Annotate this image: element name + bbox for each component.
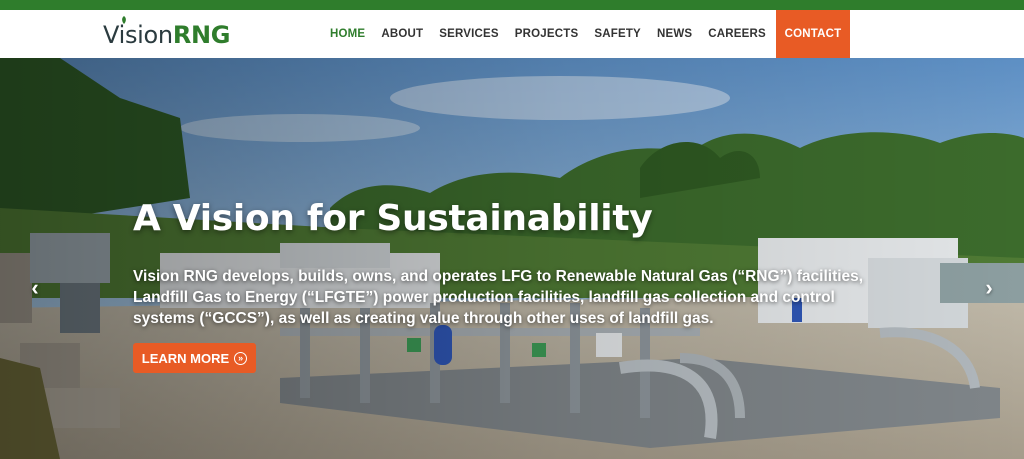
nav-item-about[interactable]: ABOUT: [381, 28, 423, 40]
chevron-right-icon: ›: [985, 275, 993, 300]
logo-text-rng: RNG: [172, 21, 231, 49]
contact-button[interactable]: CONTACT: [776, 10, 850, 58]
slider-prev-button[interactable]: ‹: [25, 275, 45, 300]
site-header: Vision RNG HOME ABOUT SERVICES PROJECTS S…: [0, 10, 1024, 58]
nav-item-projects[interactable]: PROJECTS: [515, 28, 579, 40]
top-accent-strip: [0, 0, 1024, 10]
hero-title: A Vision for Sustainability: [133, 198, 653, 239]
slider-next-button[interactable]: ›: [979, 275, 999, 300]
site-logo[interactable]: Vision RNG: [103, 16, 231, 49]
nav-item-home[interactable]: HOME: [330, 28, 365, 40]
leaf-icon: [122, 16, 126, 24]
chevron-left-icon: ‹: [31, 275, 39, 300]
hero-background-image: [0, 58, 1024, 459]
learn-more-label: LEARN MORE: [141, 350, 230, 366]
hero-description: Vision RNG develops, builds, owns, and o…: [133, 268, 864, 327]
nav-item-services[interactable]: SERVICES: [439, 28, 499, 40]
circle-chevron-right-icon: »: [234, 351, 248, 365]
main-nav: HOME ABOUT SERVICES PROJECTS SAFETY NEWS…: [330, 10, 782, 58]
nav-item-safety[interactable]: SAFETY: [594, 28, 641, 40]
logo-text-vision: Vision: [103, 21, 173, 49]
hero-slider: A Vision for Sustainability Vision RNG d…: [0, 58, 1024, 459]
nav-item-careers[interactable]: CAREERS: [708, 28, 766, 40]
nav-item-news[interactable]: NEWS: [657, 28, 692, 40]
learn-more-button[interactable]: LEARN MORE »: [133, 343, 256, 373]
